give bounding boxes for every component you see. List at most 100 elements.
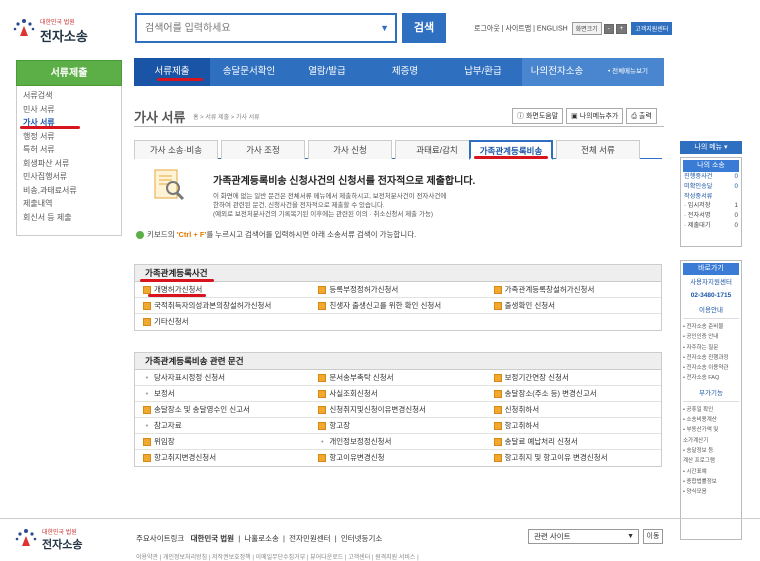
print-button[interactable]: ⎙ 출력 bbox=[626, 108, 657, 124]
lnb-item-execution[interactable]: 민사집행서류 bbox=[17, 170, 121, 184]
doc-link[interactable]: 보정기간연장 신청서 bbox=[486, 370, 661, 385]
font-size-label: 화면크기 bbox=[571, 22, 602, 35]
doc-title: 보정서 bbox=[154, 389, 175, 398]
shortcut-link[interactable]: • 전자소송 준비물 bbox=[683, 322, 739, 332]
status-item[interactable]: · 임시저장 1 bbox=[683, 201, 739, 211]
search-input[interactable] bbox=[137, 15, 372, 41]
gnb-certificates[interactable]: 제증명 bbox=[366, 58, 444, 86]
lnb-item-civil[interactable]: 민사 서류 bbox=[17, 103, 121, 117]
doc-link[interactable]: 항고취지 및 항고이유 변경신청서 bbox=[486, 450, 661, 466]
related-site-select[interactable]: 관련 사이트 ▼ bbox=[528, 529, 639, 544]
doc-link[interactable]: 항고이유변경신청 bbox=[310, 450, 485, 466]
gnb-all-menu[interactable]: • 전체메뉴보기 bbox=[592, 58, 664, 86]
search-field[interactable]: ▼ bbox=[135, 13, 397, 43]
add-my-menu-button[interactable]: ▣ 나의메뉴추가 bbox=[566, 108, 624, 124]
add-my-menu-label: 나의메뉴추가 bbox=[579, 113, 619, 120]
doc-link[interactable]: • 당사자표시정정 신청서 bbox=[135, 370, 310, 385]
table-row: 위임장 • 개인정보정정신청서 송달료 예납처리 신청서 bbox=[135, 434, 661, 450]
footer-link-selfhelp[interactable]: 나홀로소송 bbox=[244, 534, 279, 543]
doc-title: 문서송부촉탁 신청서 bbox=[329, 373, 394, 382]
font-larger-button[interactable]: + bbox=[615, 23, 628, 34]
doc-link[interactable]: 친생자 출생신고를 위한 확인 신청서 bbox=[310, 298, 485, 313]
shortcut-link[interactable]: • 송달정보 등 bbox=[683, 446, 739, 456]
status-item[interactable]: 미확인송달 0 bbox=[683, 182, 739, 192]
gnb-payment-refund[interactable]: 납부/환급 bbox=[444, 58, 522, 86]
shortcut-link[interactable]: • 양식모음 bbox=[683, 487, 739, 497]
go-button[interactable]: 이동 bbox=[643, 529, 663, 544]
lnb-item-nonlitigation[interactable]: 비송,과태료서류 bbox=[17, 184, 121, 198]
document-icon bbox=[493, 374, 502, 383]
shortcut-title: 바로가기 bbox=[683, 263, 739, 275]
support-center-button[interactable]: 고객지원센터 bbox=[631, 22, 673, 35]
my-lawsuit-title: 나의 소송 bbox=[683, 160, 739, 172]
page-tools: ⓘ 화면도움말 ▣ 나의메뉴추가 ⎙ 출력 bbox=[509, 108, 657, 124]
shortcut-link[interactable]: • 전자소송 FAQ bbox=[683, 373, 739, 383]
doc-link[interactable]: 사실조회신청서 bbox=[310, 386, 485, 401]
doc-link[interactable]: 문서송부촉탁 신청서 bbox=[310, 370, 485, 385]
shortcut-link[interactable]: 소가계산기 bbox=[683, 436, 739, 446]
lnb-item-admin[interactable]: 행정 서류 bbox=[17, 130, 121, 144]
doc-link[interactable]: 항고취지변경신청서 bbox=[135, 450, 310, 466]
doc-link[interactable]: 출생확인 신청서 bbox=[486, 298, 661, 313]
keyboard-shortcut: 'Ctrl + F' bbox=[176, 230, 207, 239]
footer-link-registry[interactable]: 인터넷등기소 bbox=[341, 534, 382, 543]
shortcut-link[interactable]: • 부동산가액 및 bbox=[683, 425, 739, 435]
chevron-down-icon[interactable]: ▼ bbox=[380, 23, 389, 33]
shortcut-link[interactable]: • 전자소송 진행과정 bbox=[683, 353, 739, 363]
gnb-view-issue[interactable]: 열람/발급 bbox=[288, 58, 366, 86]
shortcut-link[interactable]: • 종합법률정보 bbox=[683, 477, 739, 487]
tab-all-docs[interactable]: 전체 서류 bbox=[556, 140, 640, 159]
help-button[interactable]: ⓘ 화면도움말 bbox=[512, 108, 564, 124]
doc-list: • 당사자표시정정 신청서 문서송부촉탁 신청서 보정기간연장 신청서 • 보정서 사실조회… bbox=[135, 370, 661, 466]
lnb-item-doc-search[interactable]: 서류검색 bbox=[17, 89, 121, 103]
doc-title: 국적취득자의성과본의창설허가신청서 bbox=[154, 301, 272, 310]
gnb-submit-docs[interactable]: 서류제출 bbox=[134, 58, 210, 86]
doc-link[interactable]: 항고취하서 bbox=[486, 418, 661, 433]
help-button-label: 화면도움말 bbox=[525, 113, 559, 120]
doc-link[interactable]: 가족관계등록창설허가신청서 bbox=[486, 282, 661, 297]
utility-nav-links[interactable]: 로그아웃 | 사이트맵 | ENGLISH bbox=[474, 25, 568, 32]
status-item[interactable]: 작성중서류 bbox=[683, 192, 739, 202]
doc-title: 가족관계등록창설허가신청서 bbox=[504, 285, 595, 294]
doc-link[interactable]: 송달장소(주소 등) 변경신고서 bbox=[486, 386, 661, 401]
tab-fine-detention[interactable]: 과태료/감치 bbox=[395, 140, 479, 159]
shortcut-link[interactable]: • 공인인증 안내 bbox=[683, 332, 739, 342]
font-smaller-button[interactable]: - bbox=[603, 23, 614, 34]
doc-link[interactable]: 위임장 bbox=[135, 434, 310, 449]
shortcut-link[interactable]: • 소송비용계산 bbox=[683, 415, 739, 425]
doc-link[interactable]: 기타신청서 bbox=[135, 314, 310, 330]
doc-link[interactable]: 국적취득자의성과본의창설허가신청서 bbox=[135, 298, 310, 313]
search-button[interactable]: 검색 bbox=[402, 13, 446, 43]
doc-link[interactable]: • 보정서 bbox=[135, 386, 310, 401]
doc-link[interactable]: 신청취지및신청이유변경신청서 bbox=[310, 402, 485, 417]
tab-family-application[interactable]: 가사 신청 bbox=[308, 140, 392, 159]
doc-link[interactable]: • 참고자료 bbox=[135, 418, 310, 433]
shortcut-link[interactable]: • 공휴일 확인 bbox=[683, 405, 739, 415]
shortcut-link[interactable]: • 전자소송 이용약관 bbox=[683, 363, 739, 373]
gnb-check-delivery[interactable]: 송달문서확인 bbox=[210, 58, 288, 86]
doc-link[interactable]: 항고장 bbox=[310, 418, 485, 433]
doc-link[interactable]: 송달장소 및 송달영수인 신고서 bbox=[135, 402, 310, 417]
status-item[interactable]: 진행중사건 0 bbox=[683, 172, 739, 182]
bullet-icon: • bbox=[145, 389, 149, 398]
doc-link[interactable]: • 개인정보정정신청서 bbox=[310, 434, 485, 449]
lnb-item-history[interactable]: 제출내역 bbox=[17, 197, 121, 211]
footer-link-civil-center[interactable]: 전자민원센터 bbox=[289, 534, 330, 543]
my-menu-button[interactable]: 나의 메뉴 ▾ bbox=[680, 141, 742, 154]
doc-link[interactable]: 등록부정정허가신청서 bbox=[310, 282, 485, 297]
doc-link[interactable]: 송달료 예납처리 신청서 bbox=[486, 434, 661, 449]
lnb-item-reply[interactable]: 회신서 등 제출 bbox=[17, 211, 121, 225]
shortcut-link[interactable]: • 시간표예 bbox=[683, 467, 739, 477]
status-item[interactable]: · 전자서명 0 bbox=[683, 211, 739, 221]
doc-link[interactable]: 신청취하서 bbox=[486, 402, 661, 417]
status-item[interactable]: · 제출대기 0 bbox=[683, 221, 739, 231]
gnb-my-lawsuit[interactable]: 나의전자소송 bbox=[522, 58, 592, 86]
lnb-item-patent[interactable]: 특허 서류 bbox=[17, 143, 121, 157]
tab-family-mediation[interactable]: 가사 조정 bbox=[221, 140, 305, 159]
tab-family-litigation[interactable]: 가사 소송·비송 bbox=[134, 140, 218, 159]
shortcut-link[interactable]: • 자주하는 질문 bbox=[683, 343, 739, 353]
footer-link-court[interactable]: 대한민국 법원 bbox=[191, 534, 234, 543]
shortcut-link[interactable]: 계산 프로그램 bbox=[683, 456, 739, 466]
lnb-item-bankruptcy[interactable]: 회생파산 서류 bbox=[17, 157, 121, 171]
site-logo[interactable]: 대한민국 법원 전자소송 bbox=[12, 12, 122, 46]
